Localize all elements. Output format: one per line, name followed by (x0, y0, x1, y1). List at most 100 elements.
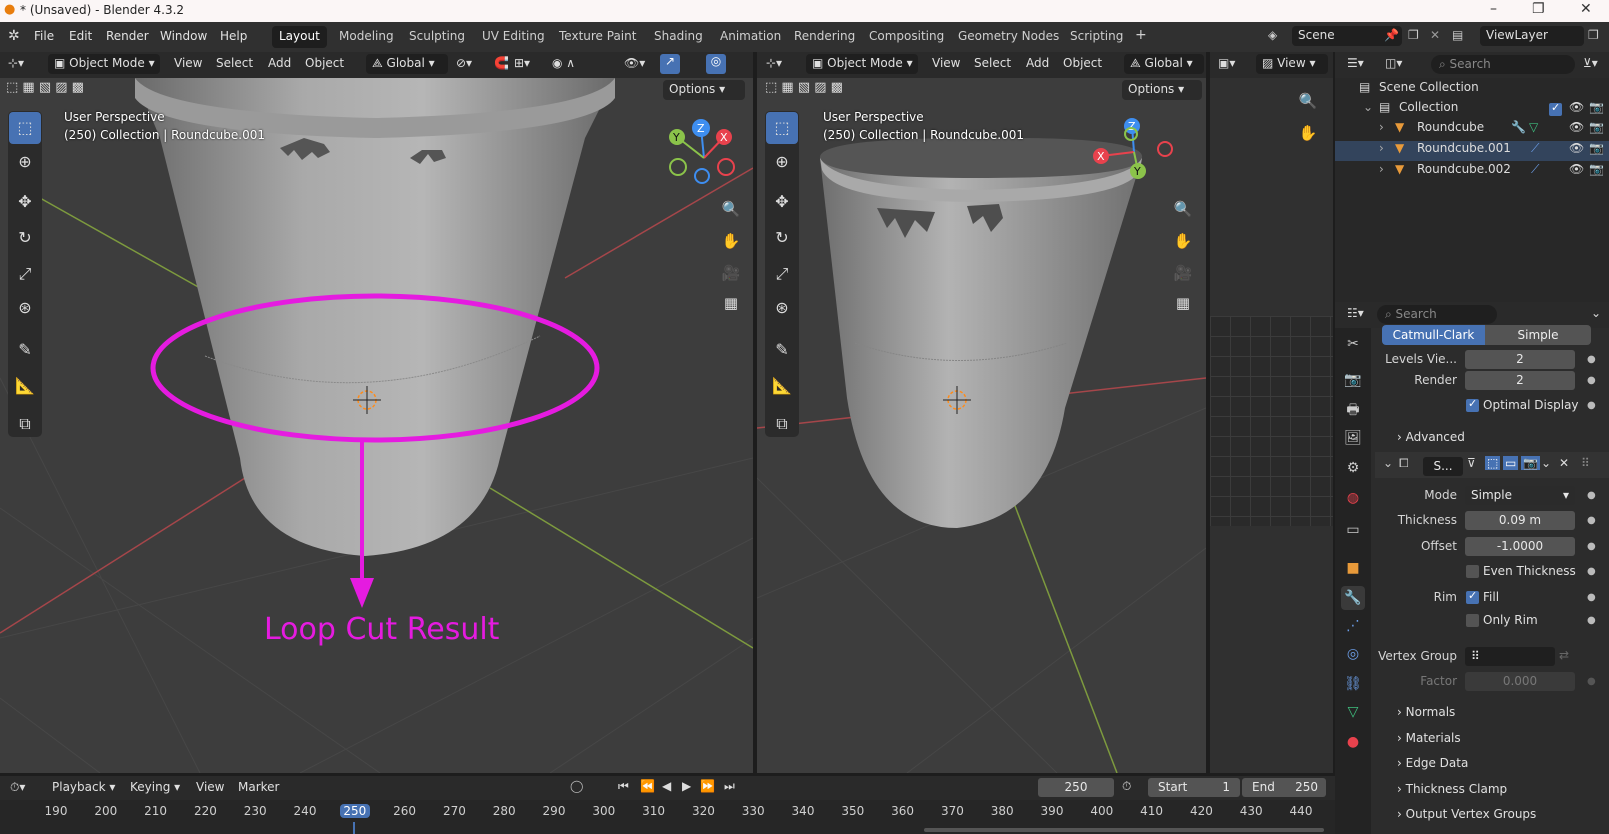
render-toggle-icon[interactable]: 📷 (1521, 456, 1540, 470)
keyframe-dot-icon[interactable]: ● (1587, 515, 1596, 526)
properties-options-icon[interactable]: ⌄ (1591, 306, 1601, 320)
object-visibility-icon[interactable]: 👁 (1569, 141, 1584, 155)
keyframe-dot-icon[interactable]: ● (1587, 354, 1596, 365)
zoom-icon[interactable]: 🔍 (718, 196, 744, 222)
object-render-icon[interactable]: 📷 (1589, 141, 1604, 155)
visibility-icon[interactable]: 👁▾ (624, 56, 645, 70)
properties-search-input[interactable]: ⌕ Search (1377, 305, 1497, 324)
measure-tool-icon[interactable]: 📐 (9, 370, 41, 402)
right-move-tool-icon[interactable]: ✥ (766, 186, 798, 218)
vertex-group-field[interactable]: ⠿ (1465, 647, 1555, 666)
object-visibility-icon[interactable]: 👁 (1569, 120, 1584, 134)
collection-exclude-checkbox[interactable] (1549, 101, 1562, 116)
timeline-editor-icon[interactable]: ⏱▾ (10, 780, 25, 795)
tab-scripting[interactable]: Scripting (1063, 26, 1130, 48)
output-vertex-groups-panel-toggle[interactable]: › Output Vertex Groups (1397, 807, 1536, 821)
left-menu-select[interactable]: Select (216, 56, 253, 70)
right-zoom-icon[interactable]: 🔍 (1170, 196, 1196, 222)
left-menu-object[interactable]: Object (305, 56, 344, 70)
outliner-object-row[interactable]: › ▼ Roundcube.001 ⟋ 👁 📷 (1335, 141, 1609, 161)
image-zoom-icon[interactable]: 🔍 (1295, 88, 1321, 114)
marker-menu[interactable]: Marker (238, 780, 279, 794)
gizmo-neg-x-icon[interactable] (717, 158, 735, 176)
keyframe-dot-icon[interactable]: ● (1587, 490, 1596, 501)
pin-icon[interactable]: 📌 (1384, 28, 1399, 42)
rim-fill-checkbox[interactable] (1466, 589, 1479, 604)
new-scene-icon[interactable]: ❐ (1408, 28, 1419, 42)
cage-toggle-icon[interactable]: ⬚ (1485, 456, 1501, 470)
factor-field[interactable]: 0.000 (1465, 672, 1575, 691)
right-3d-viewport[interactable]: User Perspective (250) Collection | Roun… (757, 78, 1206, 773)
right-measure-tool-icon[interactable]: 📐 (766, 370, 798, 402)
output-tab-icon[interactable]: 🖶 (1341, 398, 1365, 422)
materials-panel-toggle[interactable]: › Materials (1397, 731, 1461, 745)
edit-mode-toggle-icon[interactable]: ⊽ (1467, 456, 1476, 470)
left-object-mode-dropdown[interactable]: ▣ Object Mode ▾ (48, 54, 160, 74)
transform-tool-icon[interactable]: ⊛ (9, 292, 41, 324)
object-tab-icon[interactable]: ■ (1341, 556, 1365, 580)
tab-shading[interactable]: Shading (647, 26, 710, 48)
right-annotate-tool-icon[interactable]: ✎ (766, 334, 798, 366)
playback-menu[interactable]: Playback ▾ (52, 780, 115, 794)
gizmo-neg-y-icon[interactable] (669, 158, 687, 176)
image-editor-view-dropdown[interactable]: ▨ View ▾ (1256, 54, 1328, 74)
right-transform-tool-icon[interactable]: ⊛ (766, 292, 798, 324)
gizmo-neg-z-icon[interactable] (694, 168, 710, 184)
right-editor-type-icon[interactable]: ⊹▾ (766, 56, 782, 70)
tab-geometry-nodes[interactable]: Geometry Nodes (951, 26, 1066, 48)
current-frame-field[interactable]: 250 (1038, 778, 1114, 797)
view-layer-tab-icon[interactable]: 🖼 (1341, 426, 1365, 450)
properties-editor-icon[interactable]: ☷▾ (1347, 306, 1364, 320)
delete-scene-icon[interactable]: ✕ (1430, 28, 1440, 42)
solidify-name-field[interactable]: S... (1423, 457, 1463, 476)
tab-texture-paint[interactable]: Texture Paint (552, 26, 643, 48)
right-menu-add[interactable]: Add (1026, 56, 1049, 70)
maximize-button[interactable]: ❐ (1532, 1, 1545, 17)
proportional-edit-icon[interactable]: ◉ ∧ (552, 56, 575, 70)
scene-tab-icon[interactable]: ⚙ (1341, 456, 1365, 480)
modifier-icon[interactable]: ⟋ (1531, 141, 1539, 156)
menu-help[interactable]: Help (220, 29, 247, 43)
add-workspace-button[interactable]: + (1128, 24, 1154, 46)
minimize-button[interactable]: – (1490, 1, 1497, 17)
gizmo-toggle-icon[interactable]: ↗ (660, 54, 680, 74)
outliner-object-row[interactable]: › ▼ Roundcube.002 ⟋ 👁 📷 (1335, 162, 1609, 182)
tab-compositing[interactable]: Compositing (862, 26, 951, 48)
rotate-tool-icon[interactable]: ↻ (9, 222, 41, 254)
thickness-clamp-panel-toggle[interactable]: › Thickness Clamp (1397, 782, 1507, 796)
menu-edit[interactable]: Edit (69, 29, 92, 43)
expand-arrow-icon[interactable]: › (1379, 162, 1384, 176)
image-editor-type-icon[interactable]: ▣▾ (1218, 56, 1235, 70)
jump-end-icon[interactable]: ⏭ (724, 779, 735, 794)
tab-layout[interactable]: Layout (272, 26, 327, 48)
keyframe-dot-icon[interactable]: ● (1587, 592, 1596, 603)
annotate-tool-icon[interactable]: ✎ (9, 334, 41, 366)
keyframe-dot-icon[interactable]: ● (1587, 541, 1596, 552)
blender-menu-icon[interactable]: ✲ (8, 28, 20, 44)
data-tab-icon[interactable]: ▽ (1341, 700, 1365, 724)
right-gizmo-neg-x-icon[interactable] (1157, 141, 1173, 157)
add-cube-tool-icon[interactable]: ⧉ (9, 408, 41, 440)
optimal-display-checkbox[interactable] (1466, 397, 1479, 412)
viewlayer-name-field[interactable]: ViewLayer (1480, 26, 1584, 46)
keyframe-dot-icon[interactable]: ● (1587, 615, 1596, 626)
subdiv-type-tab-catmull[interactable]: Catmull-Clark (1382, 325, 1485, 345)
expand-arrow-icon[interactable]: › (1379, 120, 1384, 134)
timeline-view-menu[interactable]: View (196, 780, 224, 794)
pivot-icon[interactable]: ⊘▾ (456, 56, 472, 70)
keyframe-dot-icon[interactable]: ● (1587, 400, 1596, 411)
right-object-mode-dropdown[interactable]: ▣ Object Mode ▾ (806, 54, 918, 74)
cursor-tool-icon[interactable]: ⊕ (9, 146, 41, 178)
right-camera-view-icon[interactable]: 🎥 (1170, 260, 1196, 286)
pan-hand-icon[interactable]: ✋ (718, 228, 744, 254)
render-levels-field[interactable]: 2 (1465, 371, 1575, 390)
tab-uv-editing[interactable]: UV Editing (475, 26, 552, 48)
left-menu-view[interactable]: View (174, 56, 202, 70)
modifier-icon[interactable]: ⟋ (1531, 162, 1539, 177)
right-rotate-tool-icon[interactable]: ↻ (766, 222, 798, 254)
selection-mode-buttons[interactable]: ⬚ ▦ ▧ ▨ ▩ (6, 80, 106, 100)
editor-type-icon[interactable]: ⊹▾ (8, 56, 24, 70)
collection-tab-icon[interactable]: ▭ (1341, 518, 1365, 542)
play-reverse-icon[interactable]: ◀ (662, 779, 671, 793)
tab-sculpting[interactable]: Sculpting (402, 26, 472, 48)
